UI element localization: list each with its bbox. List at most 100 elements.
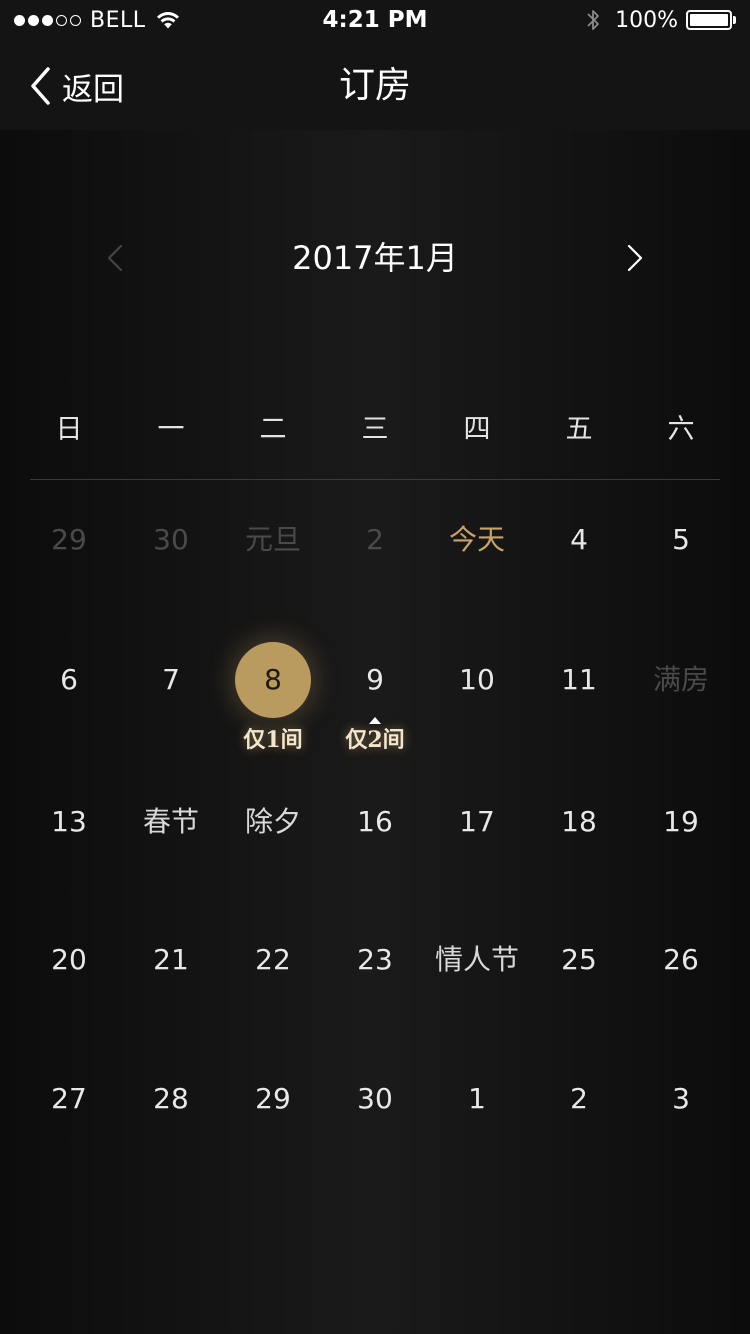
calendar-day[interactable]: 10 [426, 645, 528, 715]
calendar-day-label: 满房 [652, 663, 709, 696]
calendar-day-label: 26 [663, 943, 699, 976]
calendar-day[interactable]: 25 [528, 925, 630, 995]
calendar-day[interactable]: 4 [528, 505, 630, 575]
calendar-panel: 2017年1月 日 一 二 三 四 五 六 29 30 元旦 2 今天 4 5 6 7 8 仅1间 9… [0, 130, 750, 1334]
calendar-day-label: 17 [459, 805, 495, 838]
weekday-label: 三 [361, 414, 389, 445]
chevron-right-icon [627, 244, 643, 272]
calendar-day[interactable]: 1 [426, 1064, 528, 1134]
calendar-day[interactable]: 9 仅2间 [324, 645, 426, 753]
calendar-day[interactable]: 19 [630, 787, 732, 857]
month-header: 2017年1月 [0, 220, 750, 296]
calendar-day-label: 30 [153, 523, 189, 556]
calendar-day-label: 29 [51, 523, 87, 556]
weekday-label: 二 [259, 414, 287, 445]
calendar-day[interactable]: 13 [18, 787, 120, 857]
calendar-day-label: 28 [153, 1082, 189, 1115]
calendar-day[interactable]: 18 [528, 787, 630, 857]
battery-tip [733, 16, 736, 24]
battery-icon [686, 10, 732, 30]
calendar-day[interactable]: 20 [18, 925, 120, 995]
weekday-label: 四 [463, 414, 491, 445]
calendar-day[interactable]: 21 [120, 925, 222, 995]
calendar-week-row: 6 7 8 仅1间 9 仅2间 10 11 满房 [18, 642, 732, 753]
calendar-day[interactable]: 今天 [426, 505, 528, 575]
calendar-day-label: 1 [468, 1082, 486, 1115]
calendar-day-label: 22 [255, 943, 291, 976]
availability-badge: 仅2间 [345, 727, 405, 753]
calendar-day-label: 20 [51, 943, 87, 976]
calendar-day-label: 27 [51, 1082, 87, 1115]
page-title: 订房 [338, 65, 411, 106]
calendar-day[interactable]: 26 [630, 925, 732, 995]
calendar-day-label: 25 [561, 943, 597, 976]
calendar-day[interactable]: 17 [426, 787, 528, 857]
bluetooth-icon [587, 10, 599, 30]
calendar-week-row: 27 28 29 30 1 2 3 [18, 1064, 732, 1134]
calendar-day[interactable]: 22 [222, 925, 324, 995]
navigation-bar: 返回 订房 [0, 40, 750, 130]
availability-badge: 仅1间 [243, 727, 303, 753]
calendar-day: 30 [120, 505, 222, 575]
calendar-day-label: 29 [255, 1082, 291, 1115]
calendar-day[interactable]: 3 [630, 1064, 732, 1134]
calendar-day-label: 10 [459, 663, 495, 696]
calendar-day-label: 4 [570, 523, 588, 556]
status-bar: BELL 4:21 PM 100% [0, 0, 750, 40]
calendar-day[interactable]: 7 [120, 645, 222, 715]
calendar-day[interactable]: 29 [222, 1064, 324, 1134]
calendar-day[interactable]: 6 [18, 645, 120, 715]
weekday-header: 日 一 二 三 四 五 六 [18, 405, 732, 455]
calendar-day-label: 7 [162, 663, 180, 696]
calendar-day-label: 今天 [448, 523, 505, 556]
calendar-day-label: 8 [264, 663, 282, 696]
calendar-day-label: 元旦 [244, 523, 301, 556]
calendar-day-label: 18 [561, 805, 597, 838]
tooltip-caret-icon [369, 717, 381, 724]
calendar-day[interactable]: 春节 [120, 787, 222, 857]
calendar-day[interactable]: 5 [630, 505, 732, 575]
calendar-day[interactable]: 16 [324, 787, 426, 857]
calendar-day-label: 2 [366, 523, 384, 556]
weekday-label: 日 [55, 414, 83, 445]
weekday-label: 六 [667, 414, 695, 445]
calendar-day-label: 2 [570, 1082, 588, 1115]
calendar-day[interactable]: 8 仅1间 [222, 642, 324, 753]
calendar-day: 29 [18, 505, 120, 575]
calendar-day-label: 30 [357, 1082, 393, 1115]
calendar-day[interactable]: 11 [528, 645, 630, 715]
calendar-day[interactable]: 27 [18, 1064, 120, 1134]
weekday-label: 五 [565, 414, 593, 445]
calendar-day-label: 23 [357, 943, 393, 976]
calendar-day-label: 5 [672, 523, 690, 556]
calendar-day-label: 13 [51, 805, 87, 838]
status-right: 100% [585, 6, 736, 34]
calendar-day-label: 16 [357, 805, 393, 838]
calendar-day[interactable]: 30 [324, 1064, 426, 1134]
battery-percentage: 100% [615, 7, 678, 33]
calendar-day: 2 [324, 505, 426, 575]
weekday-label: 一 [157, 414, 185, 445]
calendar-day-label: 3 [672, 1082, 690, 1115]
calendar-day[interactable]: 情人节 [426, 925, 528, 995]
calendar-day[interactable]: 23 [324, 925, 426, 995]
next-month-button[interactable] [620, 238, 650, 278]
calendar-day: 元旦 [222, 505, 324, 575]
calendar-week-row: 29 30 元旦 2 今天 4 5 [18, 505, 732, 575]
calendar-day-label: 9 [366, 663, 384, 696]
calendar-day-label: 11 [561, 663, 597, 696]
calendar-day[interactable]: 28 [120, 1064, 222, 1134]
weekday-divider [30, 479, 720, 480]
calendar-week-row: 20 21 22 23 情人节 25 26 [18, 925, 732, 995]
calendar-day-label: 19 [663, 805, 699, 838]
calendar-day[interactable]: 除夕 [222, 787, 324, 857]
calendar-day-label: 春节 [142, 805, 199, 838]
calendar-day-label: 除夕 [244, 805, 301, 838]
calendar-week-row: 13 春节 除夕 16 17 18 19 [18, 787, 732, 857]
calendar-day: 满房 [630, 645, 732, 715]
battery-level [690, 14, 728, 26]
calendar-day[interactable]: 2 [528, 1064, 630, 1134]
calendar-day-label: 21 [153, 943, 189, 976]
calendar-day-label: 情人节 [434, 943, 519, 976]
calendar-day-label: 6 [60, 663, 78, 696]
